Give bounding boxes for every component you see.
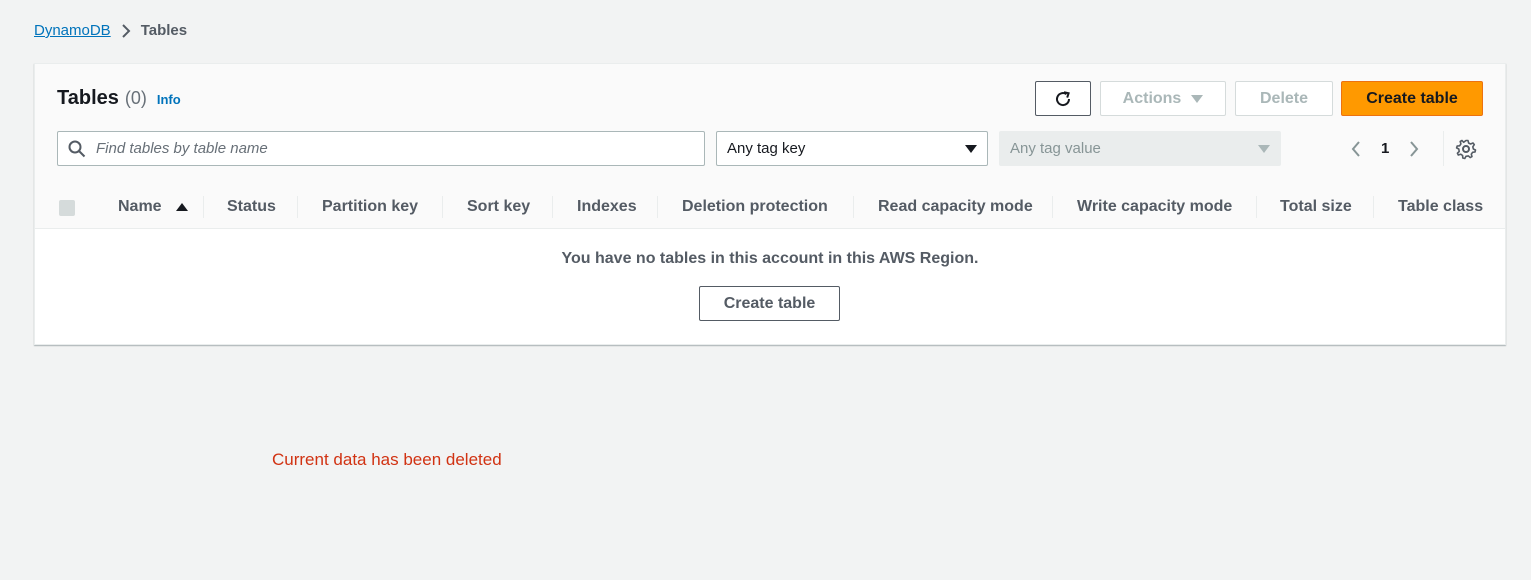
- column-divider: [1373, 196, 1374, 218]
- gear-icon[interactable]: [1455, 138, 1477, 160]
- tag-key-selected: Any tag key: [727, 140, 806, 157]
- column-divider: [1052, 196, 1053, 218]
- search-icon: [68, 140, 86, 158]
- tag-key-select[interactable]: Any tag key: [716, 131, 988, 166]
- column-label: Partition key: [322, 198, 419, 215]
- column-table-class-header[interactable]: Table class: [1398, 186, 1483, 228]
- column-label: Name: [118, 198, 162, 215]
- create-table-button[interactable]: Create table: [1341, 81, 1483, 116]
- column-indexes-header[interactable]: Indexes: [577, 186, 637, 228]
- column-divider: [657, 196, 658, 218]
- column-partition-key-header[interactable]: Partition key: [322, 186, 418, 228]
- column-label: Sort key: [467, 198, 531, 215]
- actions-label: Actions: [1122, 89, 1182, 107]
- chevron-left-icon[interactable]: [1345, 140, 1367, 157]
- breadcrumb-dynamodb-link[interactable]: DynamoDB: [34, 22, 111, 39]
- select-all-checkbox[interactable]: [59, 200, 75, 216]
- refresh-icon: [1053, 89, 1073, 109]
- column-label: Table class: [1398, 198, 1484, 215]
- breadcrumb: DynamoDB Tables: [34, 22, 187, 39]
- page-number[interactable]: 1: [1381, 140, 1389, 157]
- column-label: Status: [227, 198, 276, 215]
- panel-title: Tables (0) Info: [57, 87, 181, 110]
- delete-label: Delete: [1259, 89, 1309, 107]
- column-divider: [442, 196, 443, 218]
- caret-down-icon: [965, 144, 977, 154]
- column-label: Total size: [1280, 198, 1352, 215]
- table-count: (0): [124, 88, 147, 108]
- info-link[interactable]: Info: [157, 92, 181, 107]
- column-divider: [297, 196, 298, 218]
- pagination-divider: [1443, 131, 1444, 166]
- tag-value-select[interactable]: Any tag value: [999, 131, 1281, 166]
- column-divider: [203, 196, 204, 218]
- column-deletion-protection-header[interactable]: Deletion protection: [682, 186, 828, 228]
- empty-create-table-button[interactable]: Create table: [699, 286, 840, 321]
- status-message: Current data has been deleted: [272, 450, 502, 469]
- column-divider: [1256, 196, 1257, 218]
- column-label: Deletion protection: [682, 198, 828, 215]
- tables-panel: Tables (0) Info Actions Delete Create ta…: [34, 63, 1506, 345]
- caret-down-icon: [1258, 144, 1270, 154]
- column-total-size-header[interactable]: Total size: [1280, 186, 1352, 228]
- empty-create-table-label: Create table: [723, 294, 816, 312]
- breadcrumb-current: Tables: [140, 22, 188, 39]
- table-header: Name Status Partition key Sort key Index…: [35, 186, 1505, 229]
- empty-state-message: You have no tables in this account in th…: [561, 250, 979, 267]
- delete-button[interactable]: Delete: [1235, 81, 1333, 116]
- page-title: Tables: [57, 87, 119, 109]
- search-box: [57, 131, 705, 166]
- column-label: Indexes: [577, 198, 637, 215]
- column-divider: [853, 196, 854, 218]
- column-divider: [552, 196, 553, 218]
- refresh-button[interactable]: [1035, 81, 1091, 116]
- actions-button[interactable]: Actions: [1100, 81, 1226, 116]
- search-input[interactable]: [94, 139, 704, 158]
- column-label: Read capacity mode: [878, 198, 1033, 215]
- column-status-header[interactable]: Status: [227, 186, 276, 228]
- chevron-right-icon[interactable]: [1403, 140, 1425, 157]
- pagination: 1: [1345, 131, 1425, 166]
- tag-value-selected: Any tag value: [1010, 140, 1101, 157]
- column-read-capacity-header[interactable]: Read capacity mode: [878, 186, 1033, 228]
- create-table-label: Create table: [1366, 89, 1458, 107]
- column-name-header[interactable]: Name: [118, 186, 188, 228]
- column-label: Write capacity mode: [1077, 198, 1233, 215]
- chevron-right-icon: [121, 23, 131, 38]
- sort-ascending-icon: [175, 202, 188, 212]
- column-write-capacity-header[interactable]: Write capacity mode: [1077, 186, 1232, 228]
- caret-down-icon: [1191, 94, 1204, 104]
- column-sort-key-header[interactable]: Sort key: [467, 186, 530, 228]
